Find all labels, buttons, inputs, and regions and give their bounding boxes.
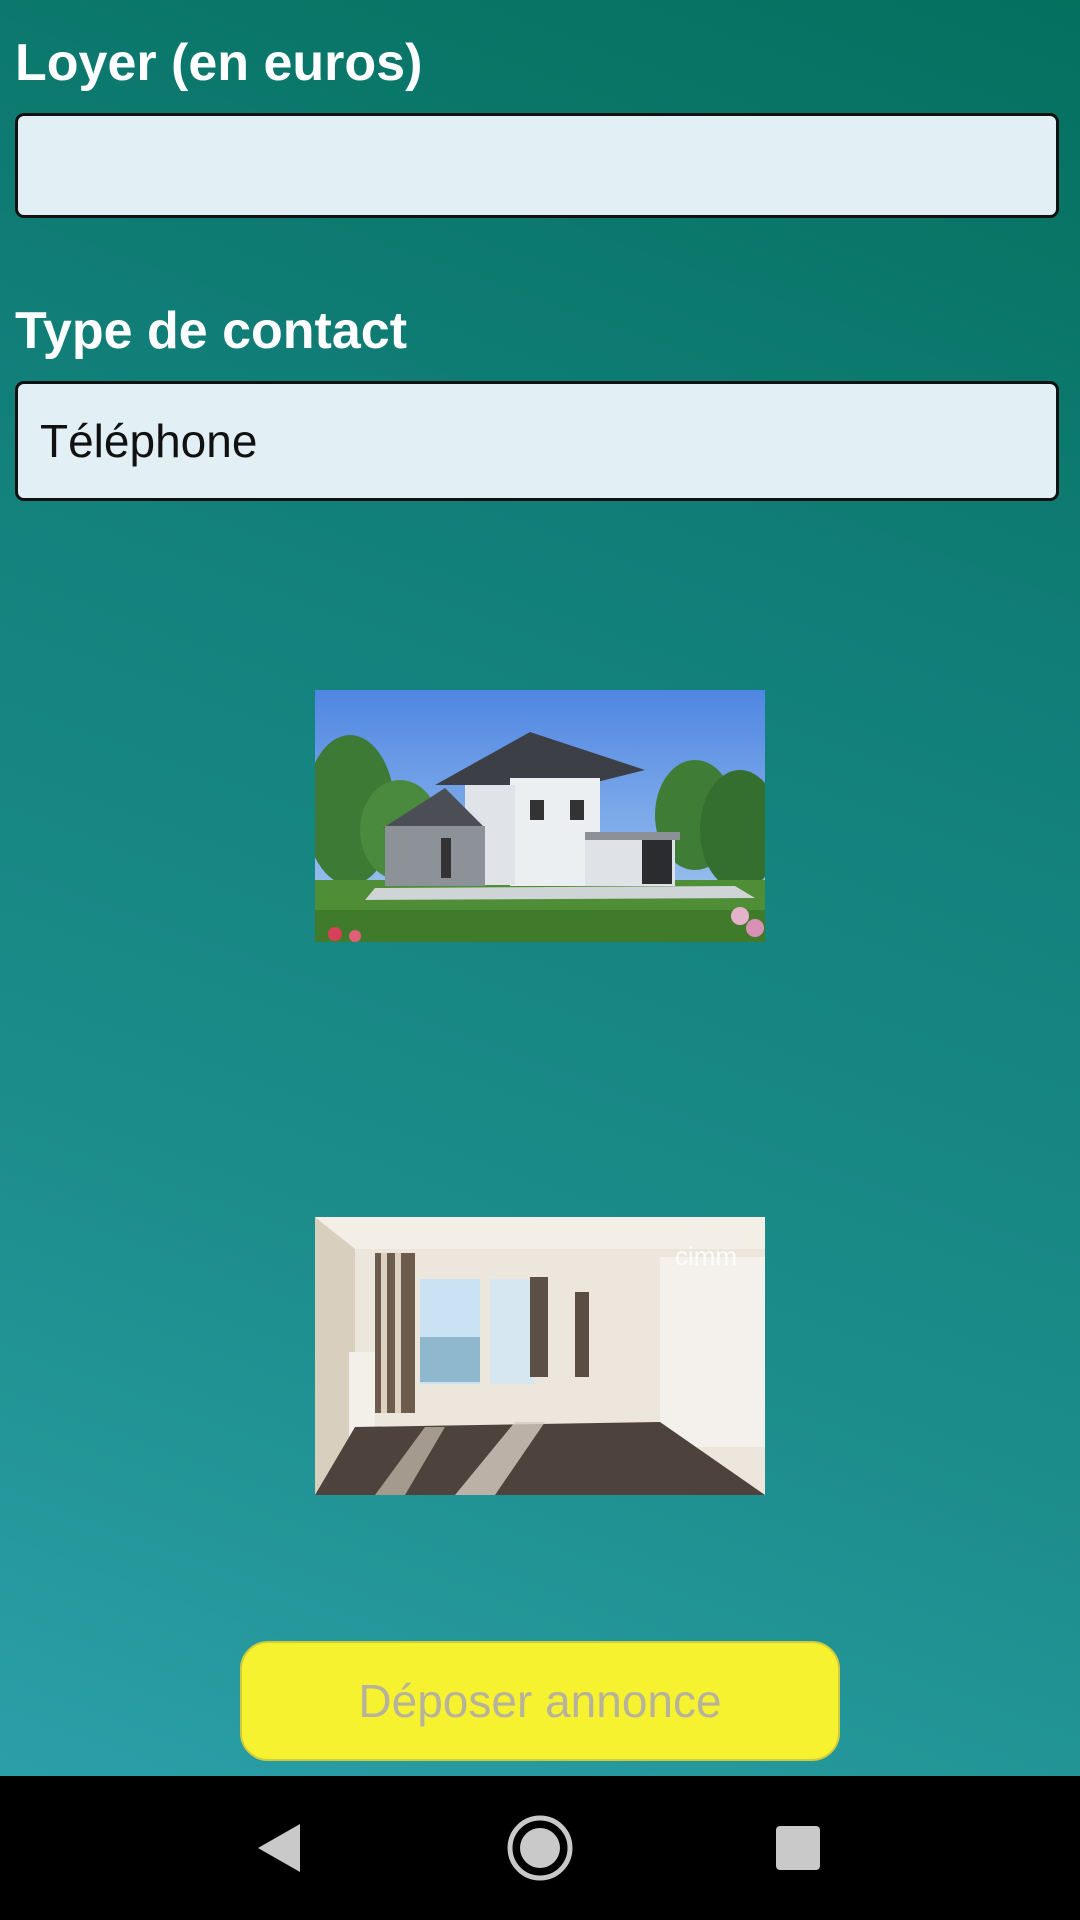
submit-listing-button[interactable]: Déposer annonce (240, 1641, 840, 1761)
back-icon[interactable] (244, 1812, 316, 1884)
contact-type-value: Téléphone (40, 415, 258, 467)
house-image (315, 690, 765, 942)
rent-input[interactable] (15, 113, 1059, 218)
interior-photo[interactable]: cimm (315, 1217, 765, 1495)
house-photo[interactable] (315, 690, 765, 942)
home-icon[interactable] (504, 1812, 576, 1884)
interior-image: cimm (315, 1217, 765, 1495)
contact-type-select[interactable]: Téléphone (15, 381, 1059, 501)
interior-watermark: cimm (675, 1241, 737, 1271)
contact-type-label: Type de contact (15, 302, 408, 360)
rent-label: Loyer (en euros) (15, 34, 423, 92)
screen: Loyer (en euros) Type de contact Télépho… (0, 0, 1080, 1920)
recents-icon[interactable] (762, 1812, 834, 1884)
system-nav-bar (0, 1776, 1080, 1920)
